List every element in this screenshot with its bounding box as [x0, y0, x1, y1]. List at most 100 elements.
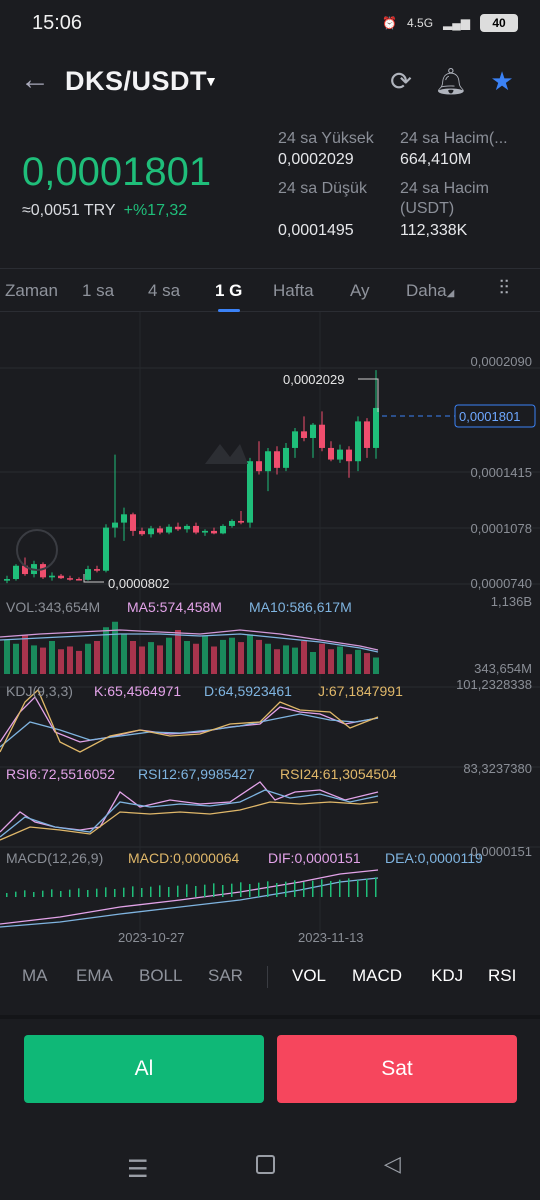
candle-body: [49, 575, 55, 578]
macd-bar: [357, 880, 359, 897]
volume-bar: [130, 641, 136, 674]
price-sub: ≈0,0051 TRY +%17,32: [22, 202, 187, 220]
candle-body: [4, 579, 10, 581]
tab-rsi[interactable]: RSI: [488, 966, 516, 986]
tab-kdj[interactable]: KDJ: [431, 966, 463, 986]
candle-body: [157, 528, 163, 533]
macd-bar: [249, 884, 251, 897]
low-annotation: 0,0000802: [108, 576, 170, 591]
candle-body: [130, 514, 136, 531]
volume-bar: [328, 649, 334, 674]
volume-bar: [67, 646, 73, 674]
rsi6-line: [0, 781, 379, 833]
tab-vol[interactable]: VOL: [292, 966, 326, 986]
volume-bar: [76, 650, 82, 674]
volume-bar: [355, 649, 361, 674]
macd-bar: [150, 886, 152, 897]
price-axis-label: 0,0002090: [470, 354, 532, 369]
tab-boll[interactable]: BOLL: [139, 966, 182, 986]
volume-bar: [292, 647, 298, 674]
candle-body: [283, 447, 289, 468]
kdj-d-line: [0, 713, 379, 748]
candle-body: [373, 407, 379, 448]
bell-icon[interactable]: 🔔︎: [434, 64, 468, 98]
separator: [0, 1015, 540, 1019]
pair-title[interactable]: DKS/USDT: [65, 66, 207, 97]
candle-body: [265, 451, 271, 472]
macd-bar: [33, 892, 35, 897]
indicator-settings-icon[interactable]: ⫶⫶: [490, 277, 518, 305]
volume-bar: [193, 643, 199, 674]
tab-1h[interactable]: 1 sa: [82, 281, 114, 301]
back-icon[interactable]: ◁: [384, 1151, 401, 1177]
system-nav-bar: ☰ ◁: [0, 1135, 540, 1200]
current-price-tag: 0,0001801: [459, 409, 521, 424]
date-label: 2023-11-13: [298, 930, 364, 945]
macd-bar: [96, 888, 98, 897]
macd-bar: [339, 879, 341, 897]
back-arrow-icon[interactable]: ←: [20, 64, 60, 100]
macd-bar: [195, 886, 197, 897]
volume-bar: [49, 641, 55, 674]
volume-bar: [364, 653, 370, 674]
header: ← DKS/USDT ▼ ⟳ 🔔︎ ★: [0, 50, 540, 120]
volume-bars-group: [4, 621, 379, 674]
tab-month[interactable]: Ay: [350, 281, 370, 301]
volume-bar: [175, 630, 181, 674]
macd-bar: [15, 891, 17, 897]
volume-label: 24 sa Hacim(...: [400, 130, 508, 147]
macd-bar: [204, 884, 206, 897]
sell-button[interactable]: Sat: [277, 1035, 517, 1103]
tradingview-watermark-icon: [16, 529, 58, 571]
last-price: 0,0001801: [22, 150, 212, 194]
volume-bar: [184, 641, 190, 674]
tab-4h[interactable]: 4 sa: [148, 281, 180, 301]
price-axis-label: 0,0000740: [470, 576, 532, 591]
tab-macd[interactable]: MACD: [352, 966, 402, 986]
high-annotation: 0,0002029: [283, 372, 345, 387]
vol-ma10: MA10:586,617M: [249, 599, 352, 615]
volume-bar: [40, 647, 46, 674]
candle-body: [274, 451, 280, 468]
volume-usdt-value: 112,338K: [400, 222, 468, 239]
macd-dif: DIF:0,0000151: [268, 850, 361, 866]
volume-bar: [319, 643, 325, 674]
candle-body: [364, 421, 370, 448]
tab-time[interactable]: Zaman: [5, 281, 58, 301]
network-label: 4.5G: [407, 16, 434, 30]
star-icon[interactable]: ★: [485, 64, 519, 98]
volume-bar: [94, 641, 100, 674]
candle-body: [337, 449, 343, 460]
interval-tabs: Zaman 1 sa 4 sa 1 G Hafta Ay Daha◢ ⫶⫶: [0, 268, 540, 312]
candle-body: [166, 526, 172, 533]
low-value: 0,0001495: [278, 222, 354, 239]
macd-bar: [285, 881, 287, 897]
refresh-icon[interactable]: ⟳: [384, 64, 418, 98]
candle-body: [184, 525, 190, 530]
kdj-d: D:64,5923461: [204, 683, 292, 699]
rsi24: RSI24:61,3054504: [280, 766, 397, 782]
tab-more[interactable]: Daha◢: [406, 281, 454, 301]
tab-ema[interactable]: EMA: [76, 966, 113, 986]
tab-week[interactable]: Hafta: [273, 281, 314, 301]
tab-1d[interactable]: 1 G: [215, 281, 242, 301]
chevron-down-icon[interactable]: ▼: [204, 73, 218, 89]
status-icons: ⏰ 4.5G ▂▄▆ 40: [382, 12, 518, 34]
kdj-j-line: [0, 688, 379, 753]
macd-bar: [258, 882, 260, 897]
high-value: 0,0002029: [278, 151, 354, 168]
candle-body: [40, 564, 46, 578]
candle-body: [148, 528, 154, 535]
candle-body: [328, 447, 334, 460]
macd-bar: [213, 883, 215, 897]
rsi-axis-top: 83,3237380: [463, 761, 532, 776]
menu-icon[interactable]: ☰: [127, 1155, 149, 1184]
candle-body: [220, 525, 226, 534]
tab-sar[interactable]: SAR: [208, 966, 243, 986]
volume-bar: [31, 645, 37, 674]
vol-ma5: MA5:574,458M: [127, 599, 222, 615]
buy-button[interactable]: Al: [24, 1035, 264, 1103]
tab-ma[interactable]: MA: [22, 966, 48, 986]
home-icon[interactable]: [256, 1155, 275, 1174]
kdj-k: K:65,4564971: [94, 683, 182, 699]
